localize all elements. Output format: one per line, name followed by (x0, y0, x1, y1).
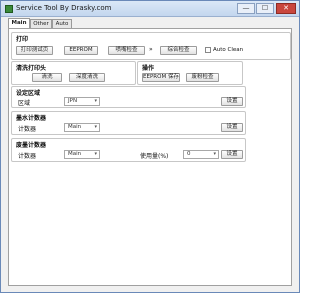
ink-counter-group-title: 墨水计数器 (16, 115, 47, 122)
waste-counter-label: 计数器 (18, 153, 37, 160)
deep-clean-button[interactable]: 深度清洗 (69, 73, 105, 82)
maximize-button[interactable]: ☐ (256, 3, 274, 14)
window-title: Service Tool By Drasky.com (16, 4, 112, 12)
tab-main[interactable]: Main (8, 18, 30, 28)
waste-check-button[interactable]: 废粉检查 (186, 73, 219, 82)
app-icon (5, 5, 13, 13)
comprehensive-check-button[interactable]: 综合检查 (160, 46, 197, 55)
close-button[interactable]: ✕ (276, 3, 296, 14)
clean-group-title: 清洗打印头 (16, 65, 47, 72)
print-group-title: 打印 (16, 36, 29, 43)
chevron-down-icon: ▾ (94, 124, 97, 130)
title-bar: Service Tool By Drasky.com — ☐ ✕ (1, 1, 299, 17)
auto-clean-label: Auto Clean (213, 47, 244, 53)
waste-counter-group-title: 废墨计数器 (16, 142, 47, 149)
region-set-button[interactable]: 设置 (221, 97, 243, 106)
tab-other[interactable]: Other (30, 19, 52, 28)
region-group: 设定区域 区域 JPN ▾ 设置 (11, 86, 246, 108)
print-test-page-button[interactable]: 打印测试页 (16, 46, 53, 55)
app-window: Service Tool By Drasky.com — ☐ ✕ Main Ot… (0, 0, 300, 293)
auto-clean-checkbox[interactable] (205, 47, 211, 53)
region-select[interactable]: JPN ▾ (64, 97, 100, 106)
chevron-down-icon: ▾ (94, 151, 97, 157)
ink-counter-select-value: Main (68, 124, 82, 130)
minimize-button[interactable]: — (237, 3, 255, 14)
nozzle-check-button[interactable]: 喷嘴检查 (108, 46, 145, 55)
operate-group-title: 操作 (142, 65, 155, 72)
waste-counter-set-button[interactable]: 设置 (221, 150, 243, 159)
region-label: 区域 (18, 100, 31, 107)
ink-counter-group: 墨水计数器 计数器 Main ▾ 设置 (11, 111, 246, 135)
usage-label: 使用量(%) (140, 153, 169, 160)
waste-counter-group: 废墨计数器 计数器 Main ▾ 使用量(%) 0 ▾ 设置 (11, 138, 246, 162)
clean-button[interactable]: 清洗 (32, 73, 62, 82)
region-select-value: JPN (68, 98, 78, 104)
clean-group: 清洗打印头 清洗 深度清洗 (11, 61, 136, 85)
chevron-down-icon: ▾ (213, 151, 216, 157)
ink-counter-label: 计数器 (18, 126, 37, 133)
main-panel: 打印 打印测试页 EEPROM 喷嘴检查 » 综合检查 Auto Clean 清… (8, 28, 292, 286)
operate-group: 操作 EEPROM 保存 废粉检查 (137, 61, 243, 85)
eeprom-button[interactable]: EEPROM (64, 46, 98, 55)
ink-counter-select[interactable]: Main ▾ (64, 123, 100, 132)
waste-counter-select[interactable]: Main ▾ (64, 150, 100, 159)
chevron-down-icon: ▾ (94, 98, 97, 104)
waste-counter-select-value: Main (68, 151, 82, 157)
arrow-icon: » (149, 46, 153, 53)
eeprom-save-button[interactable]: EEPROM 保存 (142, 73, 180, 82)
usage-select-value: 0 (187, 151, 191, 157)
ink-counter-set-button[interactable]: 设置 (221, 123, 243, 132)
region-group-title: 设定区域 (16, 90, 41, 97)
tab-auto[interactable]: Auto (52, 19, 72, 28)
usage-select[interactable]: 0 ▾ (183, 150, 219, 159)
print-group: 打印 打印测试页 EEPROM 喷嘴检查 » 综合检查 Auto Clean (11, 32, 291, 60)
